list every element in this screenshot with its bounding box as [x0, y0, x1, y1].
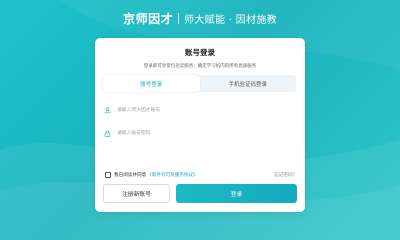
tab-sms-login[interactable]: 手机验证码登录: [200, 75, 297, 92]
user-icon: [104, 106, 112, 114]
login-button[interactable]: 登录: [176, 184, 297, 203]
username-input[interactable]: [117, 105, 287, 115]
username-field: [104, 104, 294, 116]
license-agreement-link[interactable]: 《软件许可及服务协议》: [147, 172, 198, 178]
agreement-row: 我已阅读并同意 《软件许可及服务协议》 忘记密码?: [105, 171, 295, 179]
brand-logo: 京师因才: [123, 11, 174, 26]
login-card: 账号登录 登录即可享受包括云服务，确定学习机内的所有优质服务 账号登录 手机验证…: [95, 38, 305, 212]
password-input[interactable]: [117, 128, 287, 138]
brand-header: 京师因才 师大赋能 · 因材施教: [0, 8, 400, 28]
agree-checkbox[interactable]: [105, 172, 111, 178]
agree-text: 我已阅读并同意: [114, 173, 147, 178]
lock-icon: [104, 129, 112, 137]
login-title: 账号登录: [185, 48, 215, 57]
brand-divider: [178, 12, 180, 24]
login-tabs: 账号登录 手机验证码登录: [103, 75, 296, 92]
login-subtitle: 登录即可享受包括云服务，确定学习机内的所有优质服务: [143, 64, 257, 69]
forgot-password-link[interactable]: 忘记密码?: [274, 172, 295, 178]
tab-account-login[interactable]: 账号登录: [103, 75, 200, 92]
password-field: [104, 127, 294, 139]
brand-slogan: 师大赋能 · 因材施教: [184, 14, 277, 26]
register-button[interactable]: 注册新账号: [103, 184, 170, 203]
